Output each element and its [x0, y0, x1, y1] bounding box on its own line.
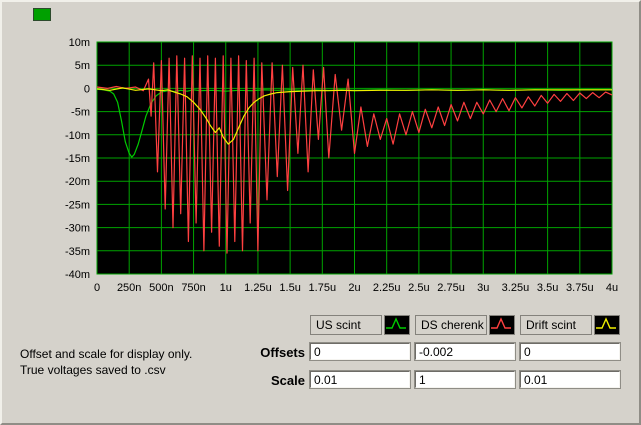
legend-item-ds-cherenk[interactable]: DS cherenk: [415, 315, 515, 335]
svg-text:10m: 10m: [69, 37, 90, 49]
svg-text:-15m: -15m: [65, 153, 90, 165]
svg-text:0: 0: [94, 282, 100, 294]
legend-trace-glyph: [386, 317, 406, 329]
scale-input-ds-cherenk[interactable]: [414, 370, 516, 389]
waveform-sample-icon[interactable]: [594, 315, 620, 335]
svg-text:750n: 750n: [181, 282, 205, 294]
svg-text:-30m: -30m: [65, 223, 90, 235]
waveform-graph: 0 250n 500n 750n 1u 1.25u 1.5u 1.75u 2u 2.25u 2.5u…: [65, 37, 618, 294]
svg-text:3.75u: 3.75u: [566, 282, 594, 294]
offset-input-ds-cherenk[interactable]: [414, 342, 516, 361]
svg-text:3.5u: 3.5u: [537, 282, 558, 294]
svg-text:-40m: -40m: [65, 269, 90, 281]
waveform-sample-icon[interactable]: [489, 315, 515, 335]
note-text: Offset and scale for display only. True …: [20, 346, 192, 378]
front-panel-window: 0 250n 500n 750n 1u 1.25u 1.5u 1.75u 2u 2.25u 2.5u…: [0, 0, 641, 425]
svg-text:5m: 5m: [75, 60, 90, 72]
legend-item-drift-scint[interactable]: Drift scint: [520, 315, 620, 335]
svg-text:0: 0: [84, 83, 90, 95]
legend-label-drift-scint: Drift scint: [520, 315, 592, 335]
svg-text:3.25u: 3.25u: [502, 282, 530, 294]
svg-text:-35m: -35m: [65, 246, 90, 258]
legend-trace-glyph: [596, 317, 616, 329]
svg-text:-5m: -5m: [71, 107, 90, 119]
svg-text:2.75u: 2.75u: [437, 282, 465, 294]
svg-text:250n: 250n: [117, 282, 141, 294]
svg-text:1u: 1u: [220, 282, 232, 294]
legend-trace-glyph: [491, 317, 511, 329]
svg-text:4u: 4u: [606, 282, 618, 294]
svg-text:3u: 3u: [477, 282, 489, 294]
note-line-2: True voltages saved to .csv: [20, 363, 166, 377]
svg-text:-25m: -25m: [65, 199, 90, 211]
offsets-label: Offsets: [260, 345, 305, 360]
scale-input-us-scint[interactable]: [309, 370, 411, 389]
svg-text:1.5u: 1.5u: [279, 282, 300, 294]
svg-text:-10m: -10m: [65, 130, 90, 142]
svg-text:2.5u: 2.5u: [408, 282, 429, 294]
legend-label-us-scint: US scint: [310, 315, 382, 335]
legend-item-us-scint[interactable]: US scint: [310, 315, 410, 335]
scale-input-drift-scint[interactable]: [519, 370, 621, 389]
svg-text:2u: 2u: [348, 282, 360, 294]
scale-label: Scale: [271, 373, 305, 388]
svg-text:2.25u: 2.25u: [373, 282, 401, 294]
legend-label-ds-cherenk: DS cherenk: [415, 315, 487, 335]
svg-text:-20m: -20m: [65, 176, 90, 188]
note-line-1: Offset and scale for display only.: [20, 347, 193, 361]
run-indicator: [33, 8, 51, 21]
svg-text:1.75u: 1.75u: [309, 282, 337, 294]
offset-input-us-scint[interactable]: [309, 342, 411, 361]
offset-input-drift-scint[interactable]: [519, 342, 621, 361]
svg-text:1.25u: 1.25u: [244, 282, 272, 294]
waveform-sample-icon[interactable]: [384, 315, 410, 335]
svg-text:500n: 500n: [149, 282, 173, 294]
